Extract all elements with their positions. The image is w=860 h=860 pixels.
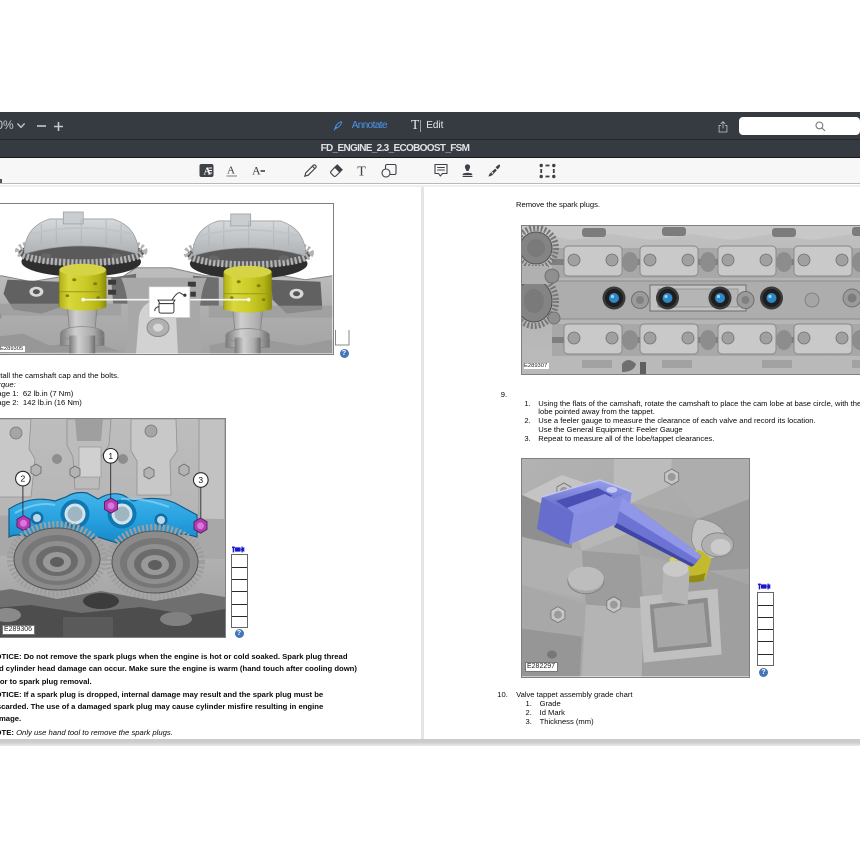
svg-text:T: T [357,165,366,179]
svg-text:3: 3 [198,475,203,485]
svg-text:A: A [252,164,261,178]
svg-text:A: A [227,165,235,177]
svg-text:1: 1 [108,450,113,460]
svg-text:2: 2 [21,473,26,483]
